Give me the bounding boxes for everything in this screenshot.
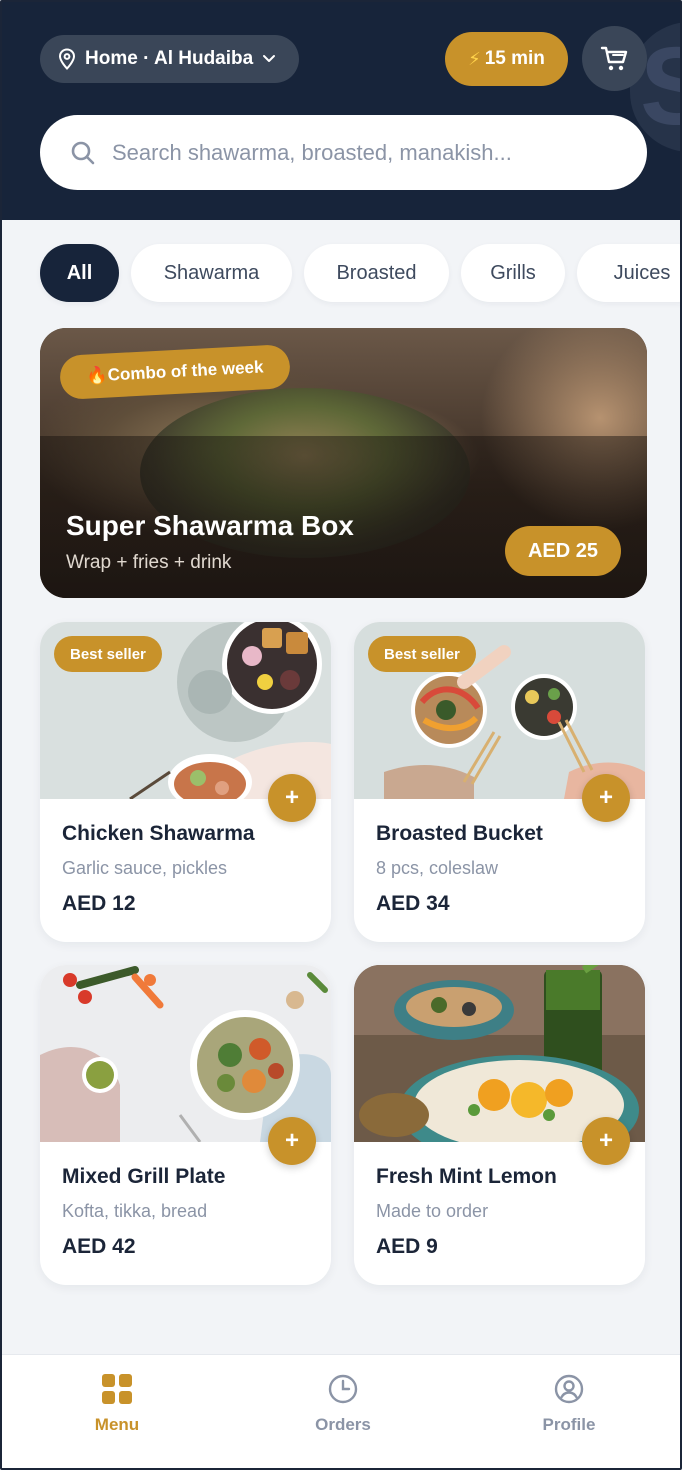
nav-menu-label: Menu bbox=[94, 1415, 140, 1434]
product-image bbox=[40, 965, 331, 1142]
chevron-down-icon bbox=[263, 55, 276, 62]
clock-icon bbox=[328, 1374, 358, 1404]
nav-orders[interactable]: Orders bbox=[273, 1373, 413, 1435]
product-price: AED 42 bbox=[62, 1235, 136, 1258]
chip-shawarma[interactable]: Shawarma bbox=[131, 244, 292, 302]
product-card-fresh-mint-lemon[interactable]: + Fresh Mint Lemon Made to order AED 9 bbox=[354, 965, 645, 1285]
chip-juices[interactable]: Juices bbox=[577, 244, 680, 302]
bottom-navigation: Menu Orders Profile bbox=[2, 1354, 680, 1468]
chip-all[interactable]: All bbox=[40, 244, 119, 302]
combo-banner[interactable]: 🔥Combo of the week Super Shawarma Box Wr… bbox=[40, 328, 647, 598]
delivery-eta-badge: ⚡ 15 min bbox=[445, 32, 568, 86]
best-seller-badge: Best seller bbox=[54, 636, 162, 672]
food-photo bbox=[354, 965, 645, 1142]
app-frame: S Home · Al Hudaiba ⚡ 15 min bbox=[0, 0, 682, 1470]
product-price: AED 9 bbox=[376, 1235, 438, 1258]
lightning-icon: ⚡ bbox=[468, 48, 481, 69]
nav-orders-label: Orders bbox=[315, 1415, 371, 1434]
product-name: Mixed Grill Plate bbox=[62, 1165, 226, 1188]
location-label: Home · Al Hudaiba bbox=[85, 48, 254, 69]
product-price: AED 12 bbox=[62, 892, 136, 915]
chip-broasted[interactable]: Broasted bbox=[304, 244, 449, 302]
best-seller-badge: Best seller bbox=[368, 636, 476, 672]
product-description: Garlic sauce, pickles bbox=[62, 858, 228, 878]
nav-menu[interactable]: Menu bbox=[47, 1373, 187, 1435]
search-bar bbox=[40, 115, 647, 190]
add-to-cart-button[interactable]: + bbox=[582, 774, 630, 822]
location-pin-icon bbox=[58, 48, 76, 70]
product-name: Fresh Mint Lemon bbox=[376, 1165, 557, 1188]
add-to-cart-button[interactable]: + bbox=[268, 1117, 316, 1165]
nav-profile-label: Profile bbox=[542, 1415, 596, 1434]
add-to-cart-button[interactable]: + bbox=[268, 774, 316, 822]
cart-icon bbox=[600, 46, 627, 70]
nav-profile[interactable]: Profile bbox=[499, 1373, 639, 1435]
grid-icon bbox=[102, 1374, 132, 1404]
product-image bbox=[354, 965, 645, 1142]
product-name: Chicken Shawarma bbox=[62, 822, 255, 845]
food-photo bbox=[40, 965, 331, 1142]
product-description: 8 pcs, coleslaw bbox=[376, 858, 499, 878]
combo-subtitle: Wrap + fries + drink bbox=[66, 552, 232, 573]
category-chips: All Shawarma Broasted Grills Juices bbox=[40, 244, 680, 302]
location-selector[interactable]: Home · Al Hudaiba bbox=[40, 35, 299, 83]
product-description: Kofta, tikka, bread bbox=[62, 1201, 208, 1221]
header: S Home · Al Hudaiba ⚡ 15 min bbox=[2, 2, 680, 220]
search-input[interactable] bbox=[112, 139, 592, 166]
combo-price: AED 25 bbox=[505, 526, 621, 576]
product-description: Made to order bbox=[376, 1201, 489, 1221]
combo-title: Super Shawarma Box bbox=[66, 510, 354, 541]
product-card-mixed-grill-plate[interactable]: + Mixed Grill Plate Kofta, tikka, bread … bbox=[40, 965, 331, 1285]
add-to-cart-button[interactable]: + bbox=[582, 1117, 630, 1165]
user-icon bbox=[554, 1374, 584, 1404]
product-name: Broasted Bucket bbox=[376, 822, 543, 845]
search-icon bbox=[71, 141, 95, 164]
eta-label: 15 min bbox=[484, 48, 545, 69]
cart-button[interactable] bbox=[582, 26, 647, 91]
product-card-broasted-bucket[interactable]: Best seller + Broasted Bucket 8 pcs, col… bbox=[354, 622, 645, 942]
product-card-chicken-shawarma[interactable]: Best seller + Chicken Shawarma Garlic sa… bbox=[40, 622, 331, 942]
chip-grills[interactable]: Grills bbox=[461, 244, 565, 302]
product-price: AED 34 bbox=[376, 892, 450, 915]
